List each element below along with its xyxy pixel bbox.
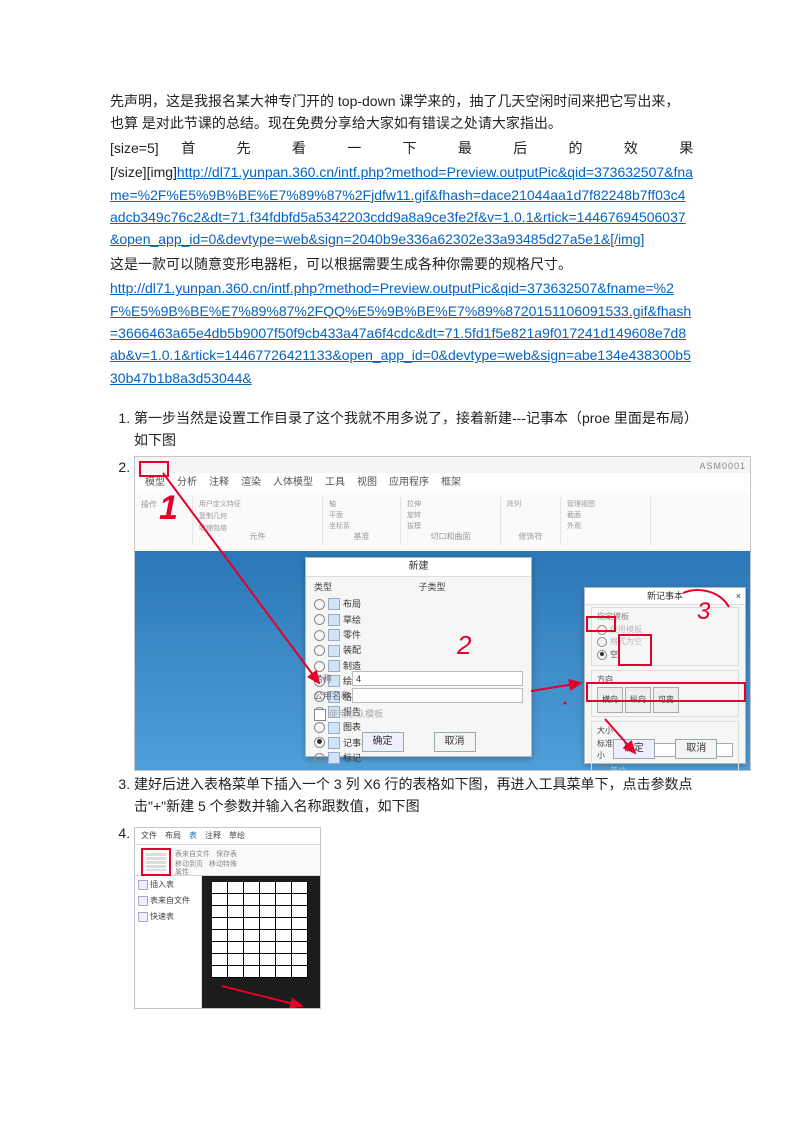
intro-link1-line: [/size][img]http://dl71.yunpan.360.cn/in… bbox=[110, 161, 693, 251]
insert-table-icon[interactable] bbox=[141, 848, 171, 876]
s2-tab-annot[interactable]: 注释 bbox=[205, 830, 221, 843]
h-c9: 果 bbox=[679, 140, 693, 156]
s2-tabs: 文件 布局 表 注释 草绘 bbox=[135, 828, 320, 845]
intro-p1: 先声明，这是我报名某大神专门开的 top-down 课学来的，抽了几天空闲时间来… bbox=[110, 90, 693, 135]
tree-fromfile[interactable]: 表来自文件 bbox=[138, 895, 198, 908]
step-4: 文件 布局 表 注释 草绘 表来自文件 保存表 bbox=[134, 822, 693, 1009]
s2-canvas bbox=[202, 876, 320, 1009]
h-c1: 先 bbox=[237, 140, 270, 156]
s2-ribbon: 表来自文件 保存表 移动到页 移动特殊 属性 bbox=[135, 845, 320, 876]
intro-p2: 这是一款可以随意变形电器柜，可以根据需要生成各种你需要的规格尺寸。 bbox=[110, 253, 693, 275]
s2-tab-sketch[interactable]: 草绘 bbox=[229, 830, 245, 843]
screenshot-insert-table: 文件 布局 表 注释 草绘 表来自文件 保存表 bbox=[134, 827, 321, 1009]
step-2: ASM0001 模型 分析 注释 渲染 人体模型 工具 视图 应用程序 框架 操… bbox=[134, 456, 693, 771]
intro-header: [size=5] 首 先 看 一 下 最 后 的 效 果 bbox=[110, 137, 693, 159]
tree-insert[interactable]: 插入表 bbox=[138, 879, 198, 892]
img-open: [/size][img] bbox=[110, 164, 177, 180]
s2-tab-table[interactable]: 表 bbox=[189, 830, 197, 843]
h-c5: 最 bbox=[458, 140, 491, 156]
tree-quick[interactable]: 快速表 bbox=[138, 911, 198, 924]
h-c7: 的 bbox=[569, 140, 602, 156]
h-c6: 后 bbox=[513, 140, 546, 156]
h-c3: 一 bbox=[347, 140, 380, 156]
size-open: [size=5] bbox=[110, 140, 159, 156]
h-c4: 下 bbox=[403, 140, 436, 156]
red-arrows bbox=[135, 457, 750, 770]
h-c2: 看 bbox=[292, 140, 325, 156]
s2-tab-layout[interactable]: 布局 bbox=[165, 830, 181, 843]
link-1[interactable]: http://dl71.yunpan.360.cn/intf.php?metho… bbox=[110, 164, 693, 247]
s2-tab-file[interactable]: 文件 bbox=[141, 830, 157, 843]
s2-red bbox=[202, 876, 320, 1009]
link-2[interactable]: http://dl71.yunpan.360.cn/intf.php?metho… bbox=[110, 280, 691, 386]
h-c8: 效 bbox=[624, 140, 657, 156]
doc-page: 先声明，这是我报名某大神专门开的 top-down 课学来的，抽了几天空闲时间来… bbox=[0, 0, 793, 1071]
step3-text: 建好后进入表格菜单下插入一个 3 列 X6 行的表格如下图，再进入工具菜单下，点… bbox=[134, 773, 693, 818]
h-c0: 首 bbox=[181, 140, 214, 156]
step1-text: 第一步当然是设置工作目录了这个我就不用多说了，接着新建---记事本（proe 里… bbox=[134, 407, 693, 452]
intro-link2-line: http://dl71.yunpan.360.cn/intf.php?metho… bbox=[110, 277, 693, 389]
s2-tree: 插入表 表来自文件 快速表 bbox=[135, 876, 202, 1009]
step-1: 第一步当然是设置工作目录了这个我就不用多说了，接着新建---记事本（proe 里… bbox=[134, 407, 693, 452]
steps-list: 第一步当然是设置工作目录了这个我就不用多说了，接着新建---记事本（proe 里… bbox=[110, 407, 693, 1009]
screenshot-new-dialog: ASM0001 模型 分析 注释 渲染 人体模型 工具 视图 应用程序 框架 操… bbox=[134, 456, 751, 771]
step-3: 建好后进入表格菜单下插入一个 3 列 X6 行的表格如下图，再进入工具菜单下，点… bbox=[134, 773, 693, 818]
